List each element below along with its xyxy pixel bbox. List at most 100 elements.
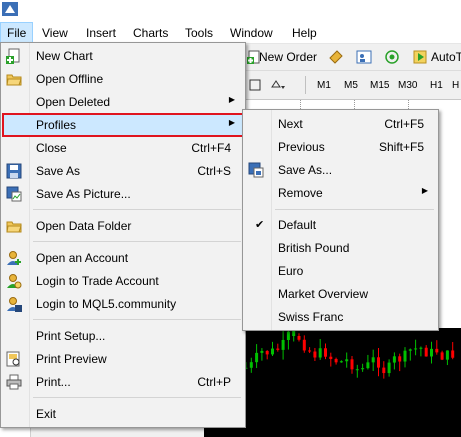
candle-body [260,350,264,353]
menu-item-label: Login to Trade Account [36,274,159,288]
submenu-arrow-icon: ▶ [421,186,428,195]
menu-item-label: Print... [36,375,71,389]
save-picture-icon [6,186,22,202]
profiles-item-swiss-franc[interactable]: Swiss Franc [245,306,436,328]
menu-window[interactable]: Window [224,23,279,43]
menu-insert[interactable]: Insert [80,23,122,43]
menu-view[interactable]: View [36,23,74,43]
candle-body [265,350,269,355]
menu-item-print[interactable]: Print... Ctrl+P [3,371,243,393]
candle-body [249,362,253,368]
menu-help[interactable]: Help [286,23,323,43]
timeframe-m15[interactable]: M15 [370,80,389,91]
menu-item-save-as-picture[interactable]: Save As Picture... [3,183,243,205]
menu-separator [33,209,241,210]
candle-body [318,348,322,358]
menu-charts[interactable]: Charts [127,23,174,43]
menu-item-label: Swiss Franc [278,310,344,324]
menu-item-open-account[interactable]: Open an Account [3,247,243,269]
line-studies-icon[interactable] [248,77,264,93]
menu-item-label: Euro [278,264,304,278]
candle-body [440,352,444,360]
candle-body [414,348,418,350]
shapes-dropdown-icon[interactable] [270,77,286,93]
menu-separator [33,319,241,320]
profiles-item-save-as[interactable]: Save As... [245,159,436,181]
metaeditor-icon[interactable] [328,49,344,65]
profiles-item-default[interactable]: ✔ Default [245,214,436,236]
menu-item-profiles[interactable]: Profiles ▶ [2,113,244,137]
candle-body [271,348,274,355]
menu-item-print-setup[interactable]: Print Setup... [3,325,243,347]
menu-item-label: Open an Account [36,251,129,265]
timeframe-m30[interactable]: M30 [398,80,417,91]
menu-item-new-chart[interactable]: New Chart [3,45,243,67]
menu-separator [275,209,434,210]
menu-item-open-offline[interactable]: Open Offline [3,68,243,90]
timeframe-m5[interactable]: M5 [344,80,358,91]
mql5-login-icon [7,297,22,312]
candle-body [313,351,317,358]
menu-item-label: Save As Picture... [36,187,131,201]
profiles-item-remove[interactable]: Remove ▶ [245,182,436,204]
menu-item-login-mql5[interactable]: Login to MQL5.community [3,293,243,315]
open-folder-icon [6,74,22,86]
autotrading-icon[interactable] [412,49,428,65]
candle-body [451,350,455,358]
candle-body [366,362,370,369]
signals-icon[interactable] [384,49,400,65]
menu-item-label: Exit [36,407,57,421]
candle-body [302,339,306,351]
menu-item-login-trade-account[interactable]: Login to Trade Account [3,270,243,292]
timeframe-h1[interactable]: H1 [430,80,443,91]
candle-body [329,356,333,359]
timeframe-h4[interactable]: H [452,80,459,91]
submenu-arrow-icon: ▶ [228,118,235,127]
menubar: File View Insert Charts Tools Window Hel… [0,22,461,44]
menu-item-label: Market Overview [278,287,369,301]
candle-body [355,369,359,371]
candle-body [382,367,386,374]
login-trade-icon [7,274,22,289]
menu-item-label: British Pound [278,241,350,255]
menu-item-print-preview[interactable]: Print Preview [3,348,243,370]
new-chart-icon [6,48,20,64]
candle-body [445,350,449,360]
menu-file[interactable]: File [0,22,34,44]
menu-item-save-as[interactable]: Save As Ctrl+S [3,160,243,182]
menu-item-shortcut: Ctrl+F4 [191,141,231,155]
profiles-submenu: Next Ctrl+F5 Previous Shift+F5 Save As..… [242,109,439,331]
menu-item-label: Remove [278,186,323,200]
menu-item-label: Save As [36,164,81,178]
menu-item-label: Print Preview [36,352,107,366]
candle-body [297,336,301,340]
autotrading-button[interactable]: AutoT [431,50,461,64]
menu-tools[interactable]: Tools [179,23,219,43]
open-account-icon [7,251,21,265]
candle-body [392,356,396,363]
profiles-item-next[interactable]: Next Ctrl+F5 [245,113,436,135]
profiles-item-previous[interactable]: Previous Shift+F5 [245,136,436,158]
submenu-arrow-icon: ▶ [228,95,235,104]
candle-body [398,356,402,362]
menu-item-shortcut: Shift+F5 [378,140,424,154]
menu-item-exit[interactable]: Exit [3,403,243,425]
candle-body [387,362,391,374]
profiles-item-market-overview[interactable]: Market Overview [245,283,436,305]
new-order-button[interactable]: New Order [259,50,317,64]
file-menu: New Chart Open Offline Open Deleted ▶ Pr… [0,42,246,428]
candle-body [403,350,407,362]
candle-body [281,339,285,350]
menu-item-open-data-folder[interactable]: Open Data Folder [3,215,243,237]
menu-item-close[interactable]: Close Ctrl+F4 [3,137,243,159]
candle-body [345,359,349,362]
app-logo-icon [2,2,18,16]
timeframe-m1[interactable]: M1 [317,80,331,91]
menu-item-open-deleted[interactable]: Open Deleted ▶ [3,91,243,113]
profiles-item-british-pound[interactable]: British Pound [245,237,436,259]
menu-item-label: Open Deleted [36,95,111,109]
menu-separator [33,241,241,242]
profiles-item-euro[interactable]: Euro [245,260,436,282]
printer-icon [6,374,22,390]
navigator-icon[interactable] [356,49,372,65]
